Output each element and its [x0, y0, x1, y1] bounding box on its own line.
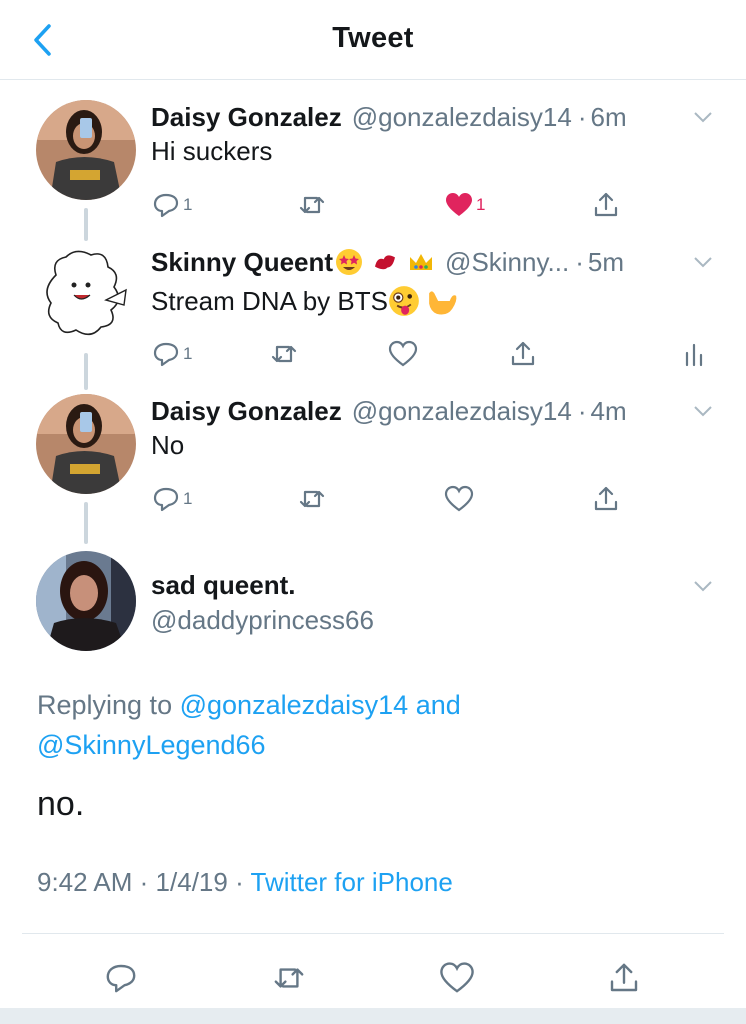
avatar-daisy[interactable] [36, 394, 136, 494]
like-button[interactable] [388, 337, 418, 371]
replying-to: Replying to @gonzalezdaisy14 and @Skinny… [37, 685, 697, 765]
reply-button[interactable]: 1 [151, 337, 192, 371]
tweet-text-row: Stream DNA by BTS [151, 283, 464, 319]
separator: · [577, 395, 587, 426]
crown-emoji [410, 254, 433, 270]
author-name[interactable]: Daisy Gonzalez [151, 396, 342, 427]
tweet-time[interactable]: 6m [591, 102, 627, 133]
analytics-button[interactable] [679, 337, 709, 371]
tweet-text: Stream DNA by BTS [151, 285, 388, 316]
thread-tweet-1[interactable]: Daisy Gonzalez @gonzalezdaisy14 · 6m Hi … [0, 100, 746, 238]
chevron-down-icon[interactable] [692, 404, 714, 418]
zany-face-emoji [389, 286, 419, 316]
tweet-text: no. [37, 785, 85, 823]
avatar-daisy[interactable] [36, 100, 136, 200]
share-button[interactable] [591, 482, 621, 516]
tweet-text: No [151, 430, 185, 460]
avatar-skinny-queent[interactable] [36, 245, 136, 345]
reply-icon [106, 964, 136, 993]
chevron-down-icon[interactable] [692, 579, 714, 593]
heart-outline-icon [444, 485, 474, 512]
reply-icon [153, 342, 179, 367]
reply-button[interactable]: 1 [151, 482, 192, 516]
thread-line [84, 227, 88, 241]
reply-icon [153, 193, 179, 218]
analytics-icon [685, 343, 703, 367]
separator: · [577, 101, 587, 132]
author-handle[interactable]: @Skinny... [445, 247, 569, 278]
avatar-sad-queent[interactable] [36, 551, 136, 651]
share-icon [610, 963, 638, 992]
tweet-header: Skinny Queent @Skinny... · 5m [151, 245, 624, 279]
like-button[interactable]: 1 [444, 188, 485, 222]
share-button[interactable] [591, 188, 621, 222]
author-name[interactable]: Skinny Queent [151, 247, 333, 278]
retweet-button[interactable] [297, 482, 327, 516]
share-button[interactable] [606, 953, 642, 1003]
kiss-mark-emoji [375, 255, 396, 270]
thread-line [84, 376, 88, 390]
retweet-icon [299, 196, 325, 214]
tweet-text: Hi suckers [151, 136, 273, 166]
share-icon [594, 192, 618, 217]
share-icon [594, 486, 618, 511]
retweet-button[interactable] [297, 188, 327, 222]
reply-count: 1 [183, 195, 193, 214]
chevron-down-icon[interactable] [692, 110, 714, 124]
like-button[interactable] [444, 482, 474, 516]
retweet-button[interactable] [269, 337, 299, 371]
separator: · [139, 867, 149, 897]
call-me-hand-emoji [429, 291, 457, 315]
tweet-time[interactable]: 4m [591, 396, 627, 427]
tweet-actions: 1 1 [151, 188, 711, 222]
reply-icon [153, 487, 179, 512]
replying-prefix: Replying to [37, 690, 173, 720]
page-title: Tweet [332, 22, 414, 54]
heart-outline-icon [440, 962, 474, 993]
mention-link[interactable]: @gonzalezdaisy14 [180, 690, 409, 720]
thread-tweet-3[interactable]: Daisy Gonzalez @gonzalezdaisy14 · 4m No … [0, 376, 746, 544]
author-name[interactable]: Daisy Gonzalez [151, 102, 342, 133]
star-struck-emoji [336, 249, 363, 275]
replying-and[interactable]: and [416, 690, 461, 720]
divider [22, 933, 724, 934]
thread-tweet-2[interactable]: Skinny Queent @Skinny... · 5m Stream DNA… [0, 227, 746, 385]
reply-count: 1 [183, 489, 193, 508]
heart-outline-icon [388, 340, 418, 367]
tweet-date: 1/4/19 [155, 867, 228, 897]
reply-button[interactable]: 1 [151, 188, 192, 222]
separator: · [235, 867, 244, 897]
retweet-icon [274, 968, 304, 988]
tweet-actions: 1 [151, 337, 711, 371]
tweet-timestamp: 9:42 AM [37, 867, 133, 897]
author-handle[interactable]: @gonzalezdaisy14 [352, 396, 572, 427]
header: Tweet [0, 0, 746, 80]
retweet-button[interactable] [271, 953, 307, 1003]
tweet-header: Daisy Gonzalez @gonzalezdaisy14 · 6m [151, 100, 627, 134]
tweet-meta: 9:42 AM · 1/4/19 · Twitter for iPhone [37, 867, 453, 898]
separator: · [575, 246, 584, 277]
author-handle[interactable]: @daddyprincess66 [151, 605, 374, 636]
like-button[interactable] [439, 953, 475, 1003]
mention-link[interactable]: @SkinnyLegend66 [37, 730, 266, 760]
share-icon [511, 341, 535, 366]
tweet-time[interactable]: 5m [588, 247, 624, 278]
reply-button[interactable] [103, 953, 139, 1003]
share-button[interactable] [508, 337, 538, 371]
bottom-bar [0, 1008, 746, 1024]
like-count: 1 [476, 195, 486, 214]
name-emojis [335, 248, 443, 276]
focused-tweet-actions [0, 953, 746, 1003]
heart-filled-icon [446, 193, 472, 216]
author-name[interactable]: sad queent. [151, 570, 295, 601]
reply-count: 1 [183, 344, 193, 363]
tweet-source-link[interactable]: Twitter for iPhone [251, 867, 453, 897]
retweet-icon [271, 345, 297, 363]
thread-line [84, 502, 88, 544]
chevron-down-icon[interactable] [692, 255, 714, 269]
tweet-actions: 1 [151, 482, 711, 516]
author-handle[interactable]: @gonzalezdaisy14 [352, 102, 572, 133]
retweet-icon [299, 490, 325, 508]
tweet-header: Daisy Gonzalez @gonzalezdaisy14 · 4m [151, 394, 627, 428]
